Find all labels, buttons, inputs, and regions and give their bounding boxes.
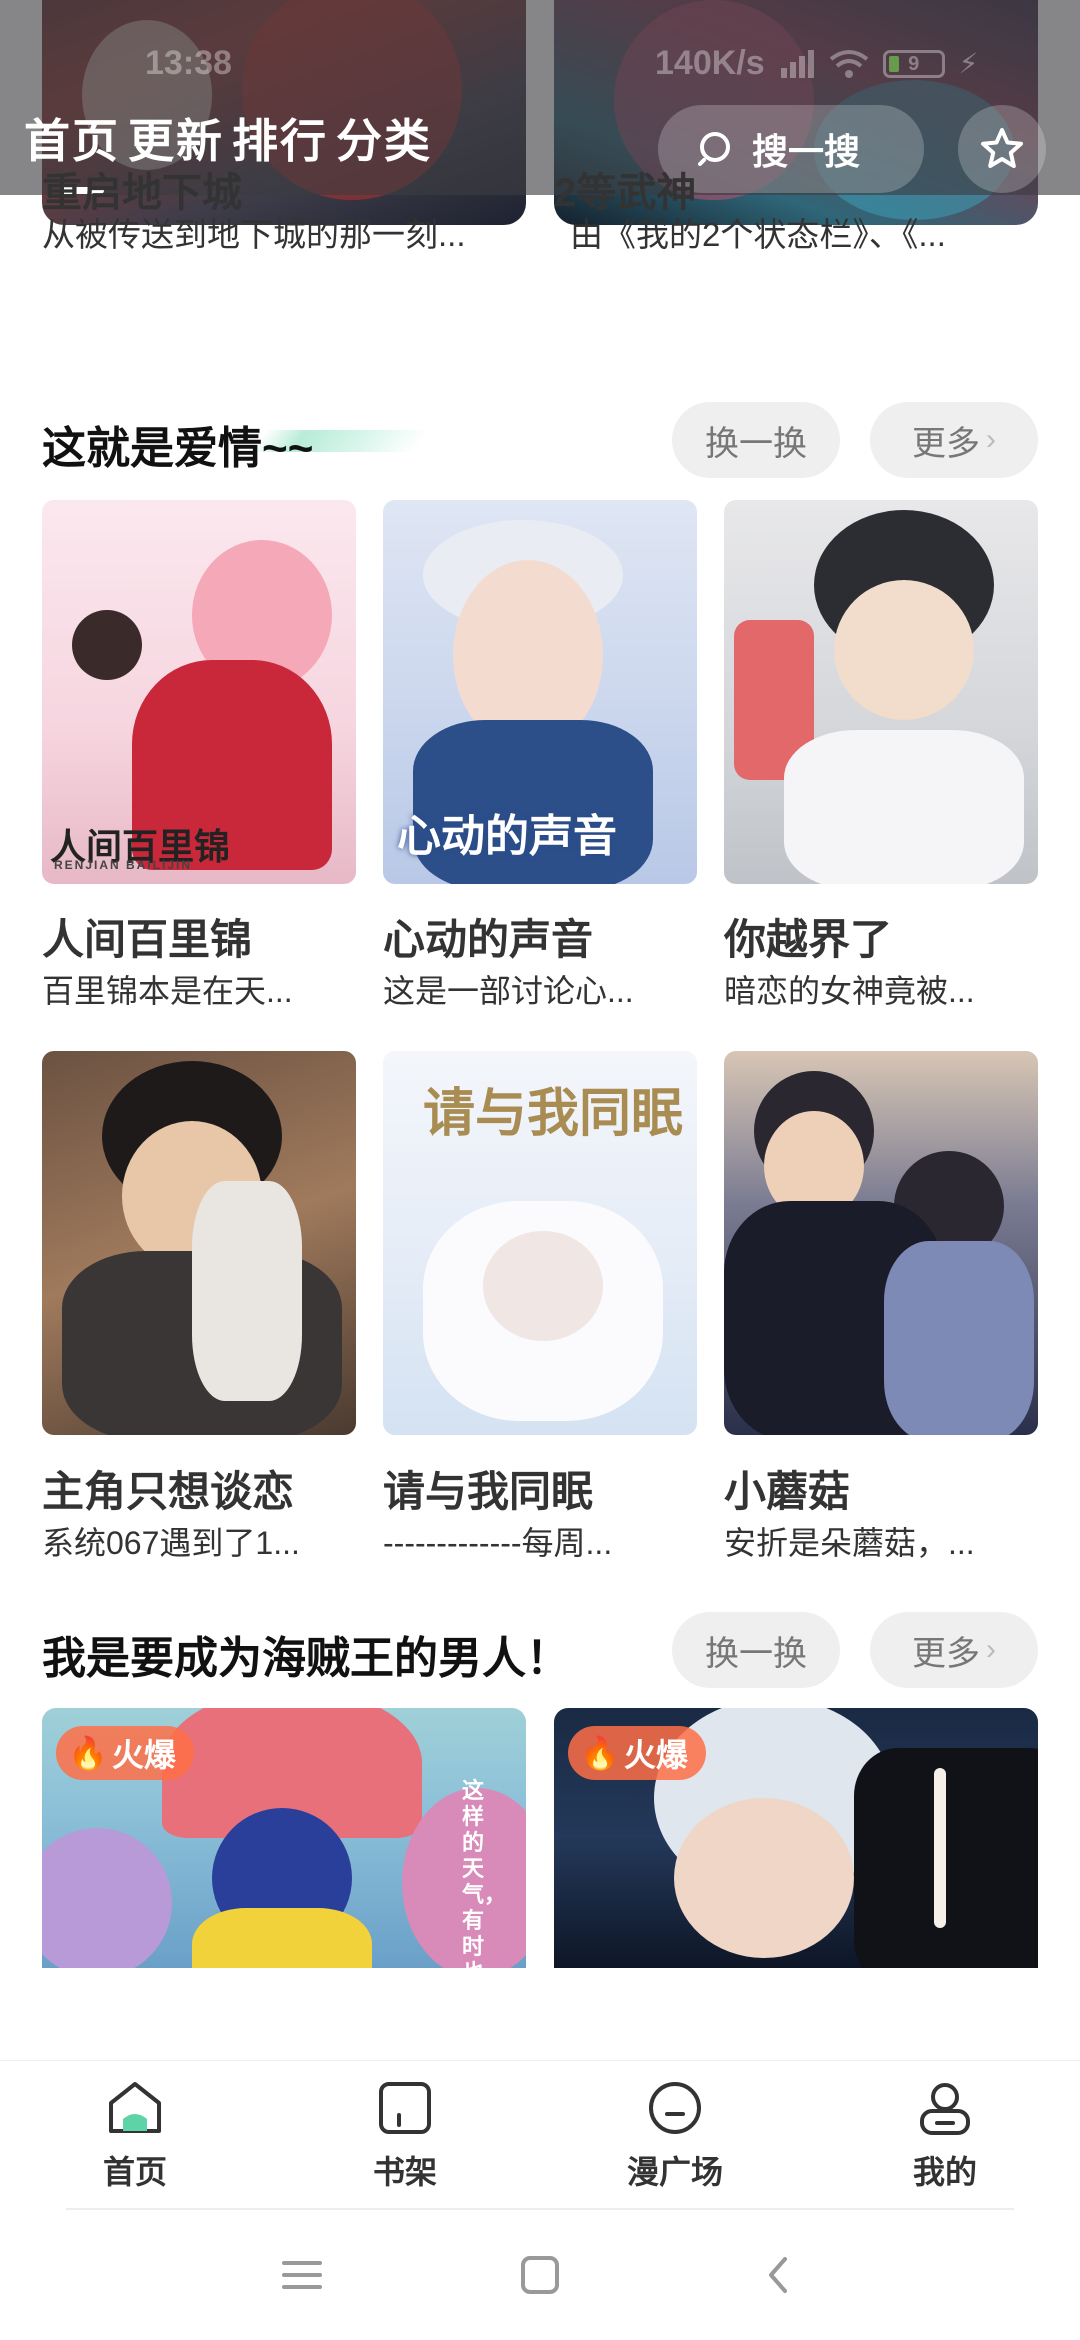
hot-badge: 🔥 火爆 (568, 1726, 706, 1780)
hot-badge: 🔥 火爆 (56, 1726, 194, 1780)
refresh-label: 换一换 (705, 1634, 807, 1673)
hot-badge-label: 火爆 (623, 1737, 688, 1773)
tab-categories[interactable]: 分类 (336, 105, 432, 171)
chevron-right-icon: › (986, 1633, 996, 1666)
network-speed: 140K/s (655, 44, 765, 82)
comic-description: 百里锦本是在天... (42, 973, 293, 1009)
nav-bookshelf[interactable]: 书架 (335, 2079, 475, 2193)
cover-caption-text: 这样的天气，有时也挺不错呢。 (462, 1778, 507, 1968)
bookshelf-icon (379, 2082, 431, 2134)
cover-title-text: 请与我同眠 (423, 1085, 684, 1143)
comic-cover-image[interactable]: 人间百里锦 RENJIAN BAILIJIN (42, 500, 356, 884)
bottom-nav: 首页 书架 漫广场 我的 (0, 2060, 1080, 2210)
signal-icon (780, 49, 814, 78)
section-title: 这就是爱情~~ (42, 424, 314, 473)
battery-icon: 9 (882, 49, 945, 78)
comic-cover-image[interactable]: 这样的天气，有时也挺不错呢。 🔥 火爆 (42, 1708, 526, 1968)
home-icon (109, 2082, 161, 2133)
comic-title[interactable]: 心动的声音 (383, 906, 593, 967)
comic-cover-image[interactable]: 请与我同眠 (383, 1051, 697, 1435)
comic-title[interactable]: 主角只想谈恋 (42, 1458, 294, 1519)
search-button[interactable]: 搜一搜 (658, 105, 924, 193)
comic-cover-image[interactable] (724, 1051, 1038, 1435)
more-button[interactable]: 更多 › (870, 402, 1038, 478)
back-button[interactable] (748, 2250, 808, 2300)
charging-icon: ⚡ (958, 48, 979, 79)
comic-description: 系统067遇到了1... (42, 1525, 300, 1561)
refresh-button[interactable]: 换一换 (672, 1612, 840, 1688)
comic-title[interactable]: 你越界了 (724, 906, 892, 967)
nav-plaza-label: 漫广场 (626, 2154, 723, 2190)
star-icon (981, 128, 1023, 168)
plaza-icon (649, 2082, 701, 2134)
cover-subtitle-text: RENJIAN BAILIJIN (54, 858, 193, 872)
nav-home[interactable]: 首页 (65, 2079, 205, 2193)
comic-description: 安折是朵蘑菇，... (724, 1525, 975, 1561)
chevron-right-icon: › (986, 423, 996, 456)
comic-title[interactable]: 人间百里锦 (42, 906, 252, 967)
comic-cover-image[interactable]: 🔥 火爆 (554, 1708, 1038, 1968)
status-indicators: 140K/s 9 ⚡ (655, 44, 978, 83)
more-button[interactable]: 更多 › (870, 1612, 1038, 1688)
nav-bookshelf-label: 书架 (372, 2154, 437, 2190)
comic-title[interactable]: 请与我同眠 (383, 1458, 593, 1519)
wifi-icon (829, 49, 868, 78)
home-button[interactable] (510, 2250, 570, 2300)
status-bar: 13:38 140K/s 9 ⚡ (0, 38, 1080, 88)
tab-ranking[interactable]: 排行 (232, 105, 328, 171)
hot-badge-label: 火爆 (111, 1737, 176, 1773)
cover-title-text: 心动的声音 (397, 812, 617, 861)
comic-description: -------------每周... (383, 1525, 613, 1561)
nav-plaza[interactable]: 漫广场 (605, 2079, 745, 2193)
battery-level: 9 (908, 52, 920, 75)
menu-icon (282, 2261, 322, 2289)
nav-profile[interactable]: 我的 (875, 2079, 1015, 2193)
favorites-button[interactable] (958, 105, 1046, 193)
comic-description: 从被传送到地下城的那一刻... (42, 216, 466, 253)
comic-cover-image[interactable]: 心动的声音 (383, 500, 697, 884)
comic-cover-image[interactable] (42, 1051, 356, 1435)
back-icon (769, 2257, 787, 2293)
comic-title[interactable]: 小蘑菇 (724, 1458, 850, 1519)
comic-description: 暗恋的女神竟被... (724, 973, 975, 1009)
nav-home-label: 首页 (102, 2154, 167, 2190)
more-label: 更多 (912, 424, 980, 463)
status-time: 13:38 (145, 44, 232, 82)
nav-profile-label: 我的 (912, 2154, 977, 2190)
more-label: 更多 (912, 1634, 980, 1673)
section-title: 我是要成为海贼王的男人！ (42, 1634, 570, 1683)
system-nav-bar (0, 2210, 1080, 2340)
comic-description: 这是一部讨论心... (383, 973, 634, 1009)
square-icon (521, 2256, 559, 2294)
menu-button[interactable] (272, 2250, 332, 2300)
search-icon (698, 132, 730, 166)
fire-icon: 🔥 (580, 1735, 620, 1771)
profile-icon (920, 2083, 970, 2135)
comic-description: 由《我的2个状态栏》、《... (570, 216, 946, 253)
fire-icon: 🔥 (68, 1735, 108, 1771)
search-label: 搜一搜 (752, 131, 861, 172)
refresh-label: 换一换 (705, 424, 807, 463)
comic-cover-image[interactable] (724, 500, 1038, 884)
refresh-button[interactable]: 换一换 (672, 402, 840, 478)
